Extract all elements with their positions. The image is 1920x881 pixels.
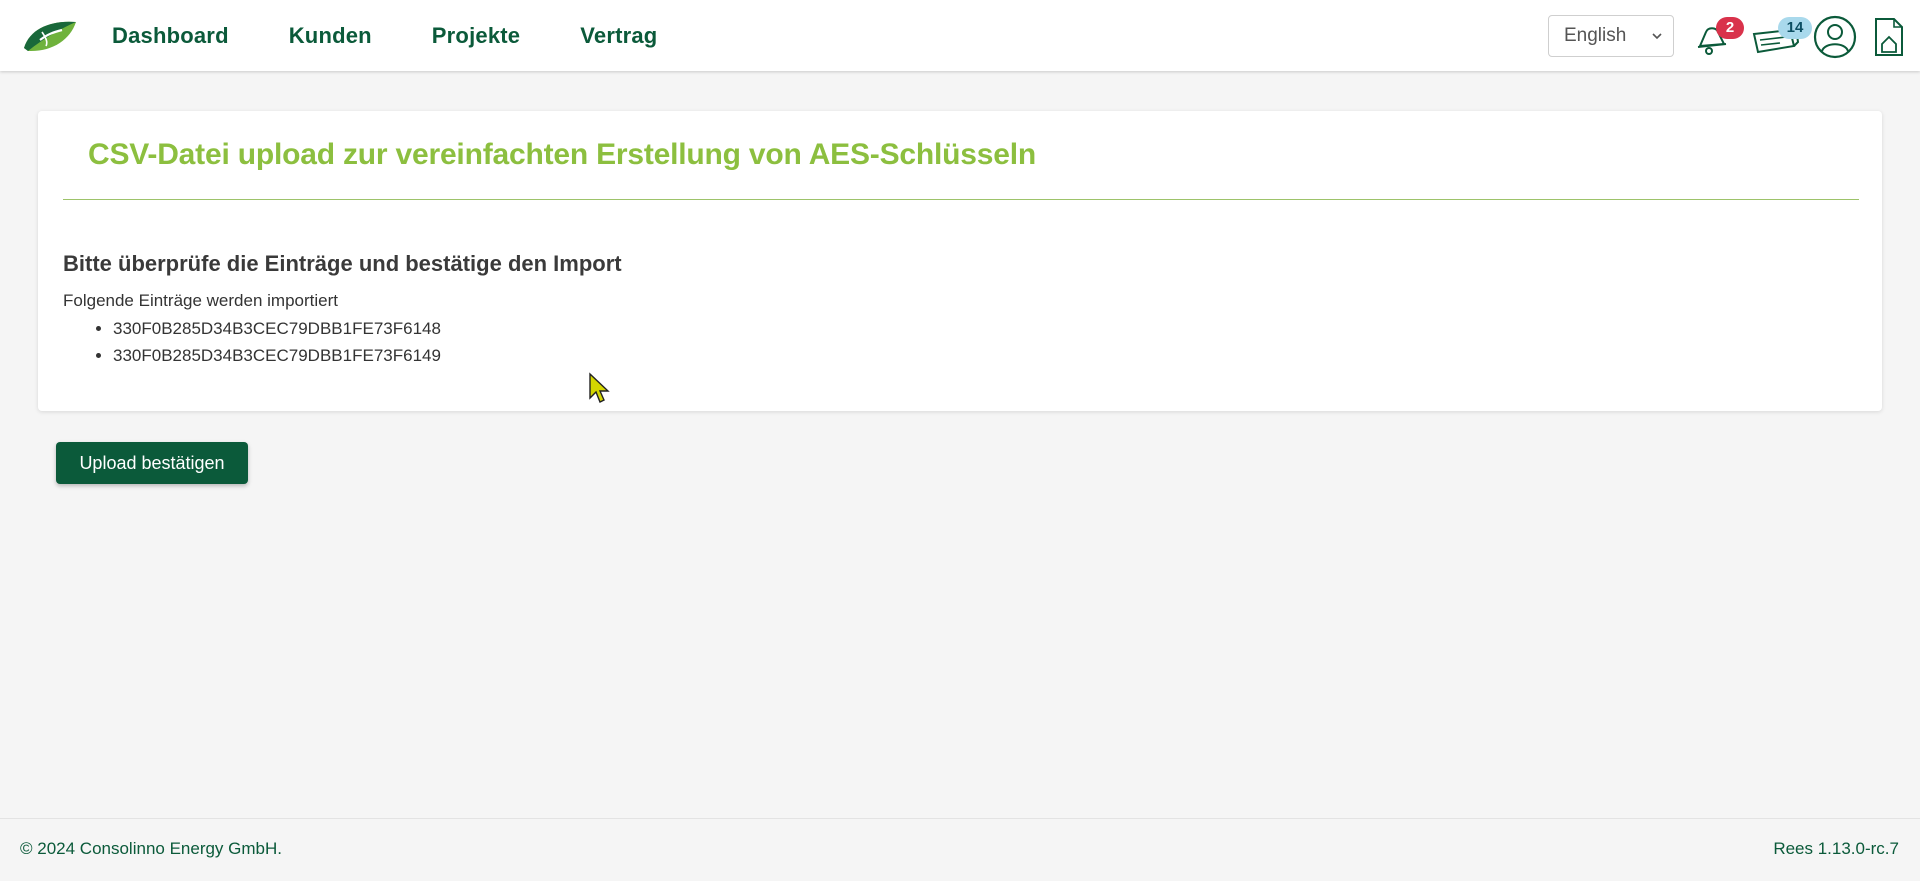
confirm-upload-button[interactable]: Upload bestätigen: [56, 442, 248, 484]
nav-item-kunden[interactable]: Kunden: [289, 23, 372, 49]
language-select[interactable]: English: [1548, 15, 1674, 57]
news-badge: 14: [1778, 17, 1812, 39]
profile-button[interactable]: [1812, 14, 1858, 59]
list-item: 330F0B285D34B3CEC79DBB1FE73F6149: [113, 342, 441, 369]
mouse-cursor-icon: [589, 372, 610, 403]
entries-list: 330F0B285D34B3CEC79DBB1FE73F6148 330F0B2…: [63, 315, 441, 369]
leaf-logo[interactable]: [22, 18, 78, 54]
title-divider: [63, 199, 1859, 200]
top-navbar: Dashboard Kunden Projekte Vertrag Englis…: [0, 0, 1920, 71]
nav-item-projekte[interactable]: Projekte: [432, 23, 520, 49]
review-heading: Bitte überprüfe die Einträge und bestäti…: [63, 251, 622, 276]
nav-item-vertrag[interactable]: Vertrag: [580, 23, 657, 49]
import-review-card: CSV-Datei upload zur vereinfachten Erste…: [38, 111, 1882, 411]
user-icon: [1813, 15, 1857, 59]
main-nav: Dashboard Kunden Projekte Vertrag: [112, 0, 717, 71]
list-item: 330F0B285D34B3CEC79DBB1FE73F6148: [113, 315, 441, 342]
house-document-icon: [1875, 18, 1903, 56]
entries-label: Folgende Einträge werden importiert: [63, 291, 338, 310]
version-text: Rees 1.13.0-rc.7: [1773, 839, 1899, 858]
notifications-badge: 2: [1716, 17, 1744, 39]
copyright-text: © 2024 Consolinno Energy GmbH.: [20, 839, 282, 858]
page-title: CSV-Datei upload zur vereinfachten Erste…: [88, 138, 1036, 171]
notifications-button[interactable]: 2: [1690, 16, 1744, 60]
news-button[interactable]: 14: [1750, 16, 1812, 60]
language-select-value: English: [1564, 25, 1627, 46]
chevron-down-icon: [1652, 33, 1662, 40]
page-footer: © 2024 Consolinno Energy GmbH. Rees 1.13…: [0, 818, 1920, 881]
nav-item-dashboard[interactable]: Dashboard: [112, 23, 229, 49]
home-button[interactable]: [1872, 16, 1906, 60]
